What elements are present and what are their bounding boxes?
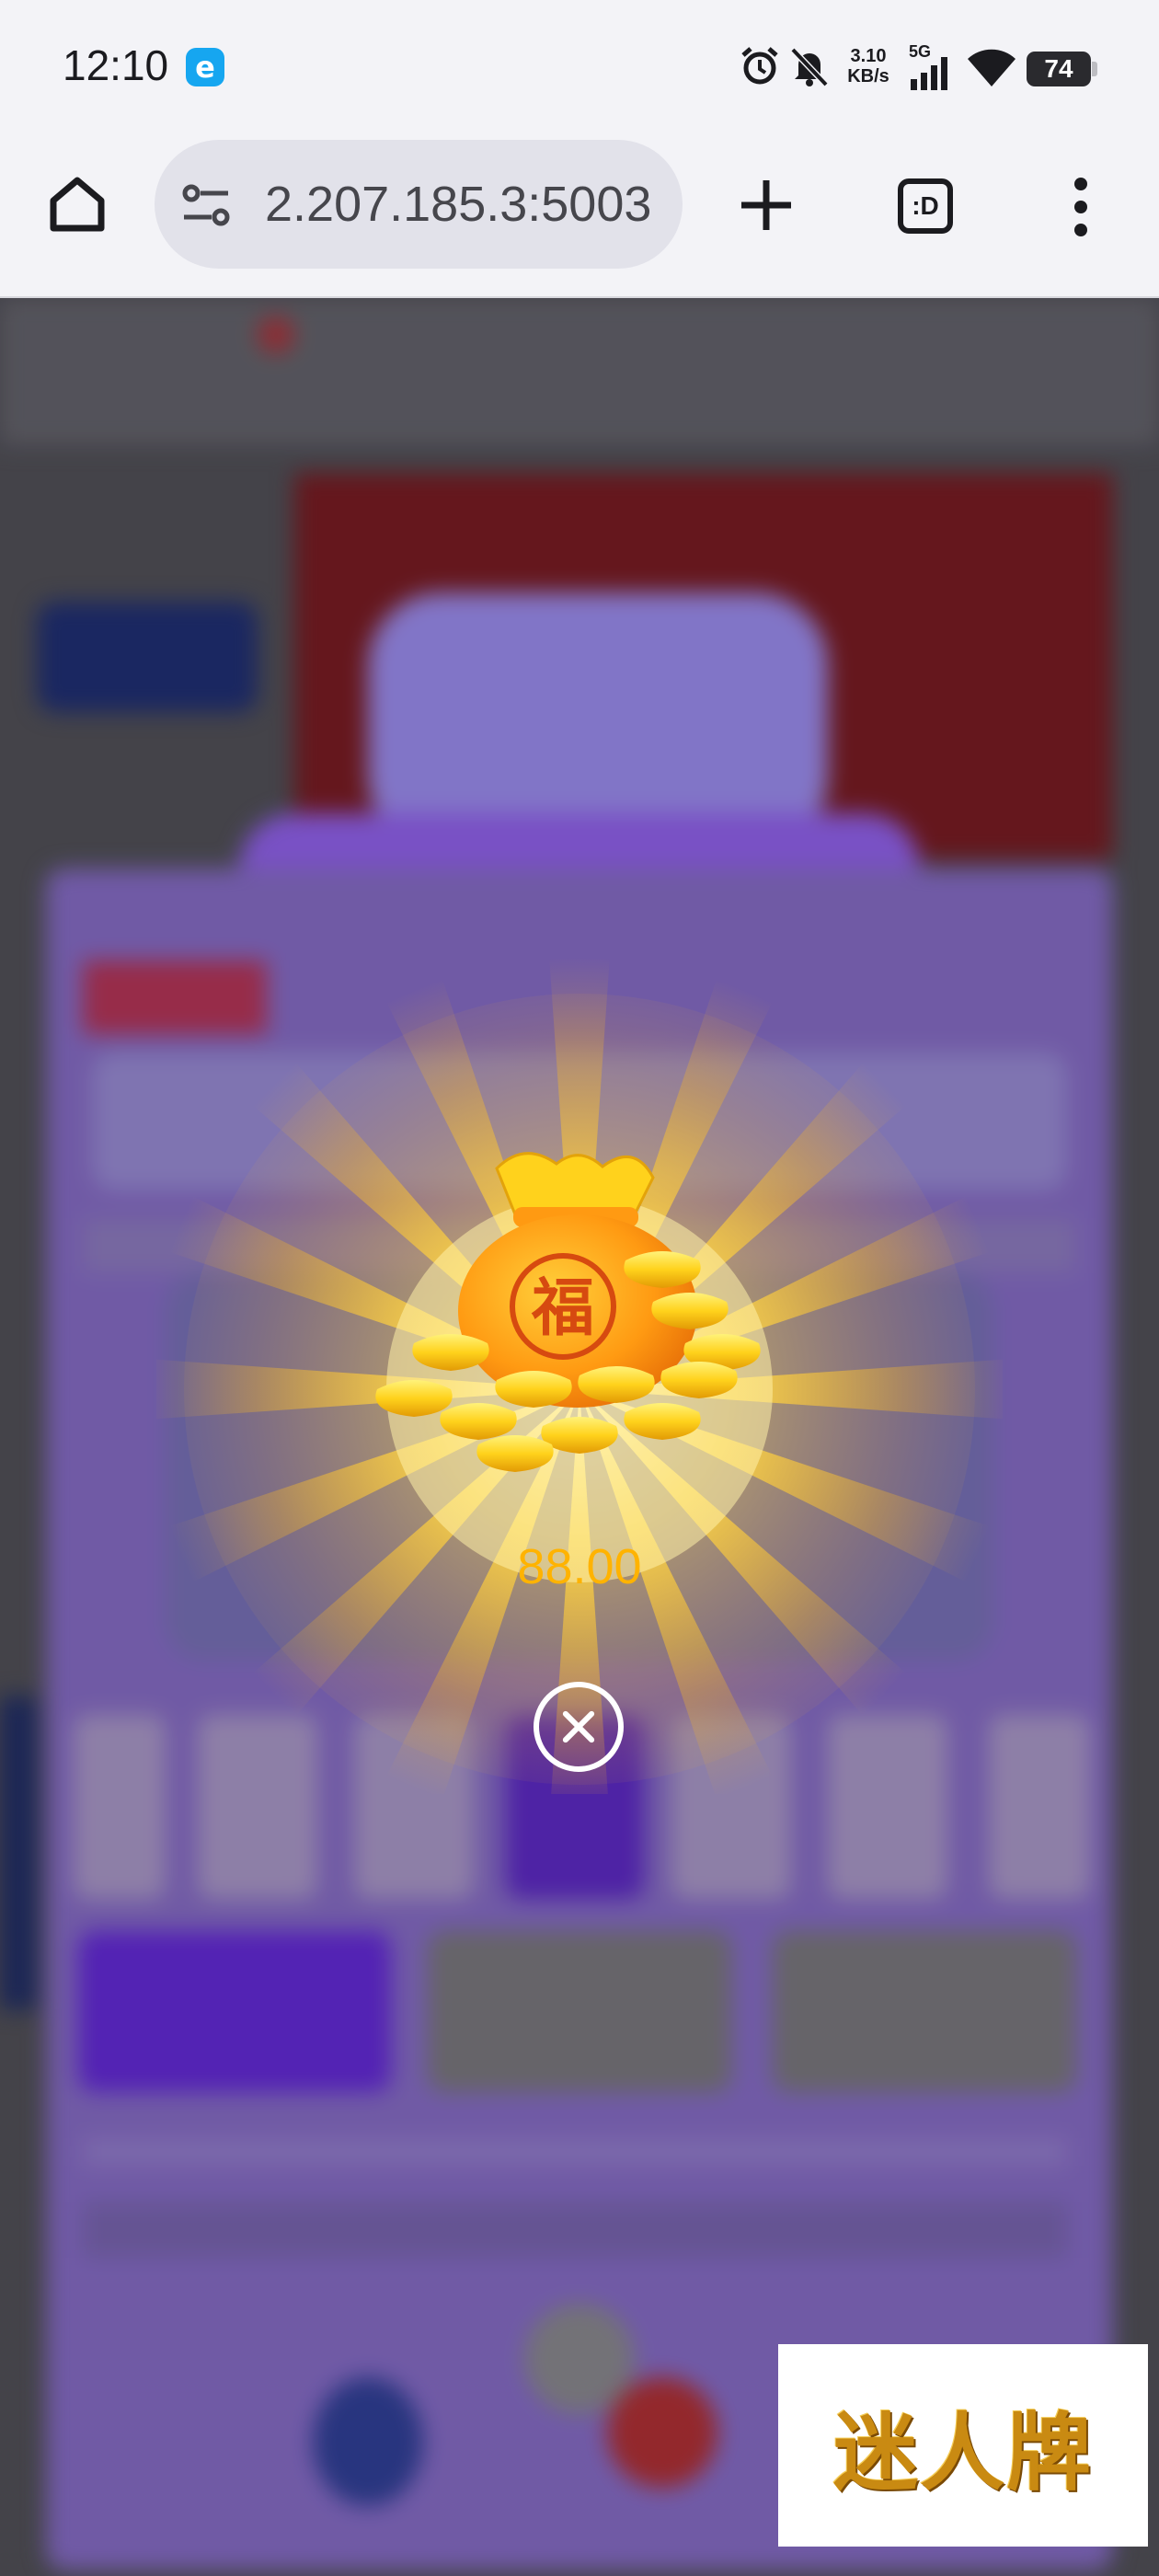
clock: 12:10	[63, 41, 169, 89]
cellular-signal-icon	[911, 57, 947, 90]
bag-character: 福	[531, 1271, 594, 1345]
alarm-icon	[741, 47, 778, 85]
new-tab-icon[interactable]	[736, 175, 797, 236]
network-speed: 3.10 KB/s	[847, 46, 889, 86]
battery-indicator: 74	[1027, 52, 1097, 86]
more-menu-icon[interactable]	[1067, 175, 1095, 239]
status-bar: 12:10 e 3.10 KB/s 5G 74	[0, 0, 1159, 138]
watermark-text: 迷人牌	[832, 2402, 1093, 2502]
notifications-off-icon	[790, 47, 829, 87]
wifi-icon	[968, 49, 1016, 86]
reward-amount: 88.00	[517, 1539, 642, 1594]
watermark-logo: 迷人牌	[778, 2344, 1148, 2547]
close-popup-button[interactable]	[534, 1682, 624, 1772]
tab-switcher-button[interactable]: :D	[898, 178, 953, 234]
site-settings-icon[interactable]	[180, 180, 232, 232]
browser-app-icon: e	[186, 48, 224, 86]
url-text[interactable]: 2.207.185.3:5003	[265, 175, 670, 234]
home-icon[interactable]	[46, 173, 109, 236]
lucky-bag-gold-ingots-icon: 福	[375, 1152, 761, 1472]
